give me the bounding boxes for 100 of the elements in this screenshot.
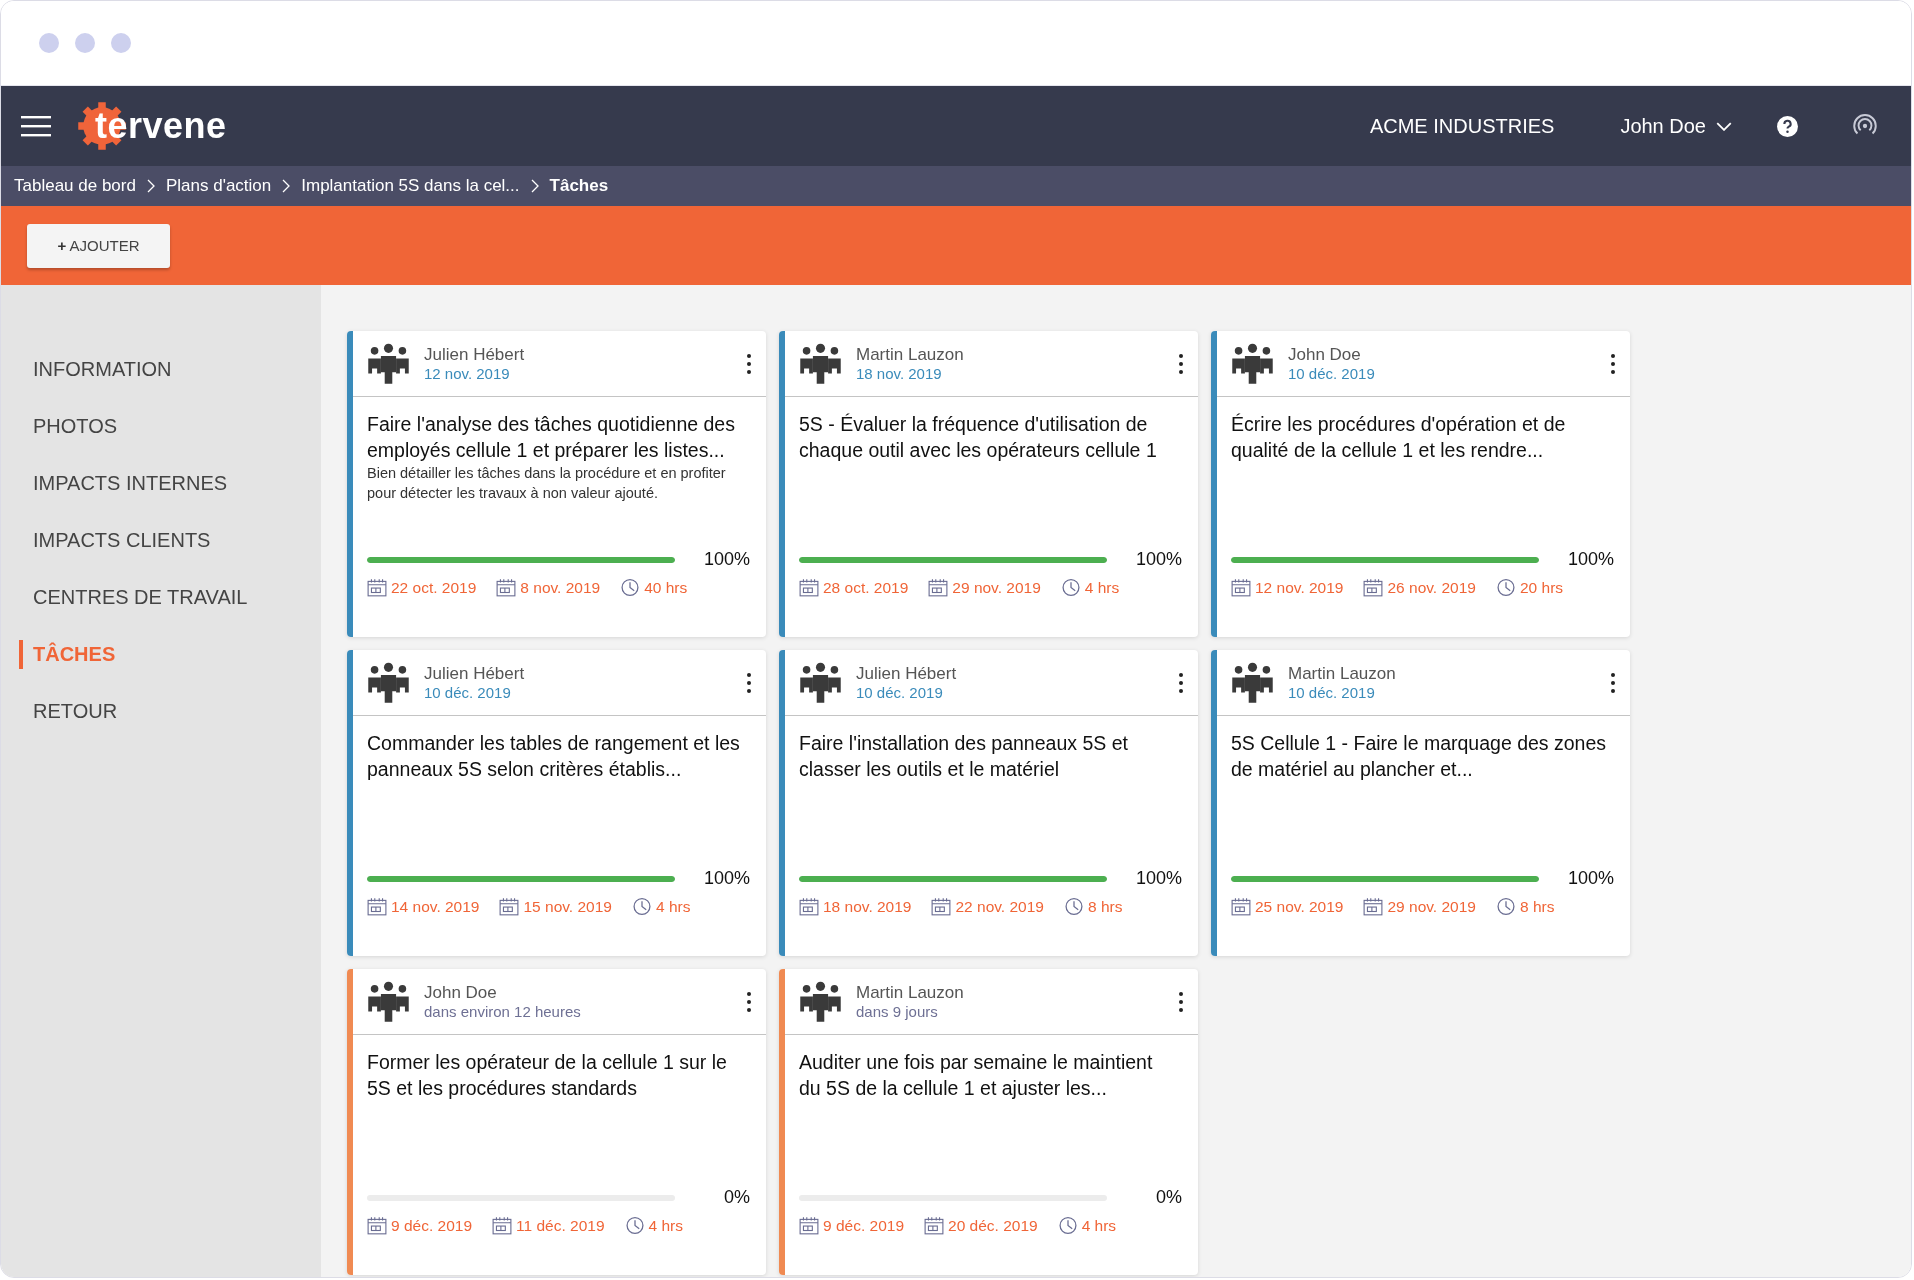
people-icon xyxy=(1231,342,1274,385)
start-date: 25 nov. 2019 xyxy=(1255,897,1344,916)
sidebar-item[interactable]: IMPACTS INTERNES xyxy=(19,469,321,498)
calendar-icon xyxy=(367,1216,387,1235)
due-date: 10 déc. 2019 xyxy=(424,684,512,701)
chevron-icon xyxy=(282,179,291,193)
estimated-hours: 40 hrs xyxy=(644,578,688,597)
calendar-icon xyxy=(799,578,819,597)
estimated-hours: 4 hrs xyxy=(1081,1216,1117,1235)
assignee-name: Julien Hébert xyxy=(856,664,958,684)
sidebar-item[interactable]: IMPACTS CLIENTS xyxy=(19,526,321,555)
start-date: 18 nov. 2019 xyxy=(823,897,912,916)
assignee-name: John Doe xyxy=(1288,345,1362,365)
more-icon[interactable] xyxy=(1610,352,1616,375)
clock-icon xyxy=(1495,578,1516,597)
end-date: 29 nov. 2019 xyxy=(1387,897,1476,916)
due-date: 10 déc. 2019 xyxy=(1288,684,1376,701)
breadcrumb-link[interactable]: Implantation 5S dans la cel... xyxy=(301,176,520,196)
task-card[interactable]: Martin Lauzon dans 9 jours Auditer une fois par semaine le maintient du 5S de la cellule 1 et ajuster les... 0% 9 déc. 2019 20 déc. 2019 4 hrs xyxy=(779,969,1198,1275)
sidebar-item[interactable]: INFORMATION xyxy=(19,355,321,384)
task-card[interactable]: Martin Lauzon 18 nov. 2019 5S - Évaluer la fréquence d'utilisation de chaque outil avec les opérateurs cellule 1 100% 28 oct. 2019 29 nov. 2019 4 hrs xyxy=(779,331,1198,637)
calendar-icon xyxy=(1231,578,1251,597)
more-icon[interactable] xyxy=(1178,671,1184,694)
calendar-icon xyxy=(499,897,520,916)
sidebar-item[interactable]: RETOUR xyxy=(19,697,321,726)
start-date: 14 nov. 2019 xyxy=(391,897,480,916)
task-card[interactable] xyxy=(347,331,766,637)
assignee-name: Martin Lauzon xyxy=(856,983,965,1003)
task-card[interactable]: John Doe dans environ 12 heures Former les opérateur de la cellule 1 sur le 5S et les procédures standards 0% 9 déc. 2019 11 déc. 2019 4 hrs xyxy=(347,969,766,1275)
due-date: 18 nov. 2019 xyxy=(856,365,943,382)
assignee-name: John Doe xyxy=(424,983,498,1003)
calendar-icon xyxy=(1363,578,1384,597)
task-card[interactable]: John Doe 10 déc. 2019 Écrire les procédures d'opération et de qualité de la cellule 1 et les rendre... 100% 12 nov. 2019 26 nov. 2019 20 hrs xyxy=(1211,331,1630,637)
calendar-icon xyxy=(924,1216,944,1235)
breadcrumb-link[interactable]: Plans d'action xyxy=(165,176,272,196)
calendar-icon xyxy=(492,1216,512,1235)
chevron-icon xyxy=(146,179,155,193)
task-title: Écrire les procédures d'opération et de qualité de la cellule 1 et les rendre... xyxy=(1231,412,1567,463)
progress-percent: 0% xyxy=(724,1187,750,1208)
clock-icon xyxy=(620,578,641,597)
more-icon[interactable] xyxy=(1610,671,1616,694)
chevron-down-icon[interactable] xyxy=(1716,121,1732,131)
calendar-icon xyxy=(1231,897,1251,916)
company-name: ACME INDUSTRIES xyxy=(1369,114,1555,138)
user-menu[interactable]: John Doe xyxy=(1620,114,1732,138)
people-icon xyxy=(367,661,410,704)
estimated-hours: 8 hrs xyxy=(1519,897,1555,916)
window-dot[interactable] xyxy=(75,33,95,53)
window-dot[interactable] xyxy=(39,33,59,53)
calendar-icon xyxy=(799,1216,819,1235)
assignee-name: Martin Lauzon xyxy=(856,345,965,365)
more-icon[interactable] xyxy=(1178,990,1184,1013)
help-icon[interactable] xyxy=(1776,114,1799,138)
calendar-icon xyxy=(928,578,949,597)
sidebar-item[interactable]: CENTRES DE TRAVAIL xyxy=(19,583,321,612)
more-icon[interactable] xyxy=(746,352,752,375)
calendar-icon xyxy=(931,897,952,916)
people-icon xyxy=(799,980,842,1023)
task-title: 5S - Évaluer la fréquence d'utilisation de chaque outil avec les opérateurs cellule 1 xyxy=(799,412,1158,463)
people-icon xyxy=(799,661,842,704)
people-icon xyxy=(1231,661,1274,704)
sidebar-item[interactable]: PHOTOS xyxy=(19,412,321,441)
due-date: 12 nov. 2019 xyxy=(424,365,511,382)
people-icon xyxy=(367,342,410,385)
clock-icon xyxy=(631,897,652,916)
task-card[interactable]: Julien Hébert 10 déc. 2019 Faire l'installation des panneaux 5S et classer les outils et le matériel 100% 18 nov. 2019 22 nov. 2019 8 hrs xyxy=(779,650,1198,956)
due-date: dans 9 jours xyxy=(856,1003,939,1020)
assignee-name: Julien Hébert xyxy=(424,664,526,684)
task-card[interactable]: Julien Hébert 10 déc. 2019 Commander les tables de rangement et les panneaux 5S selon critères établis... 100% 14 nov. 2019 15 nov. 2019 4 hrs xyxy=(347,650,766,956)
assignee-name: Martin Lauzon xyxy=(1288,664,1397,684)
task-description: Bien détailler les tâches dans la procédure et en profiter pour détecter les travaux à non valeur ajouté. xyxy=(367,464,727,503)
breadcrumb-link[interactable]: Tableau de bord xyxy=(14,176,136,196)
more-icon[interactable] xyxy=(1178,352,1184,375)
due-date: 10 déc. 2019 xyxy=(1288,365,1376,382)
progress-percent: 100% xyxy=(703,549,750,570)
calendar-icon xyxy=(799,897,819,916)
menu-icon[interactable] xyxy=(21,115,51,137)
start-date: 12 nov. 2019 xyxy=(1255,578,1344,597)
end-date: 15 nov. 2019 xyxy=(523,897,612,916)
task-card[interactable]: Martin Lauzon 10 déc. 2019 5S Cellule 1 - Faire le marquage des zones de matériel au plancher et... 100% 25 nov. 2019 29 nov. 2019 8 hrs xyxy=(1211,650,1630,956)
due-date: dans environ 12 heures xyxy=(424,1003,582,1020)
progress-percent: 100% xyxy=(1135,549,1182,570)
window-dot[interactable] xyxy=(111,33,131,53)
calendar-icon xyxy=(367,578,387,597)
more-icon[interactable] xyxy=(746,990,752,1013)
people-icon xyxy=(367,980,410,1023)
end-date: 29 nov. 2019 xyxy=(952,578,1041,597)
clock-icon xyxy=(1063,897,1084,916)
start-date: 28 oct. 2019 xyxy=(823,578,909,597)
calendar-icon xyxy=(1363,897,1384,916)
start-date: 9 déc. 2019 xyxy=(823,1216,904,1235)
end-date: 20 déc. 2019 xyxy=(948,1216,1038,1235)
task-title: Commander les tables de rangement et les panneaux 5S selon critères établis... xyxy=(367,731,741,782)
assignee-name: Julien Hébert xyxy=(424,345,526,365)
add-button[interactable]: + AJOUTER xyxy=(27,223,170,268)
estimated-hours: 20 hrs xyxy=(1519,578,1564,597)
more-icon[interactable] xyxy=(746,671,752,694)
task-title: Faire l'analyse des tâches quotidienne des employés cellule 1 et préparer les listes... xyxy=(367,412,736,463)
task-title: 5S Cellule 1 - Faire le marquage des zones de matériel au plancher et... xyxy=(1231,731,1608,782)
people-icon xyxy=(799,342,842,385)
